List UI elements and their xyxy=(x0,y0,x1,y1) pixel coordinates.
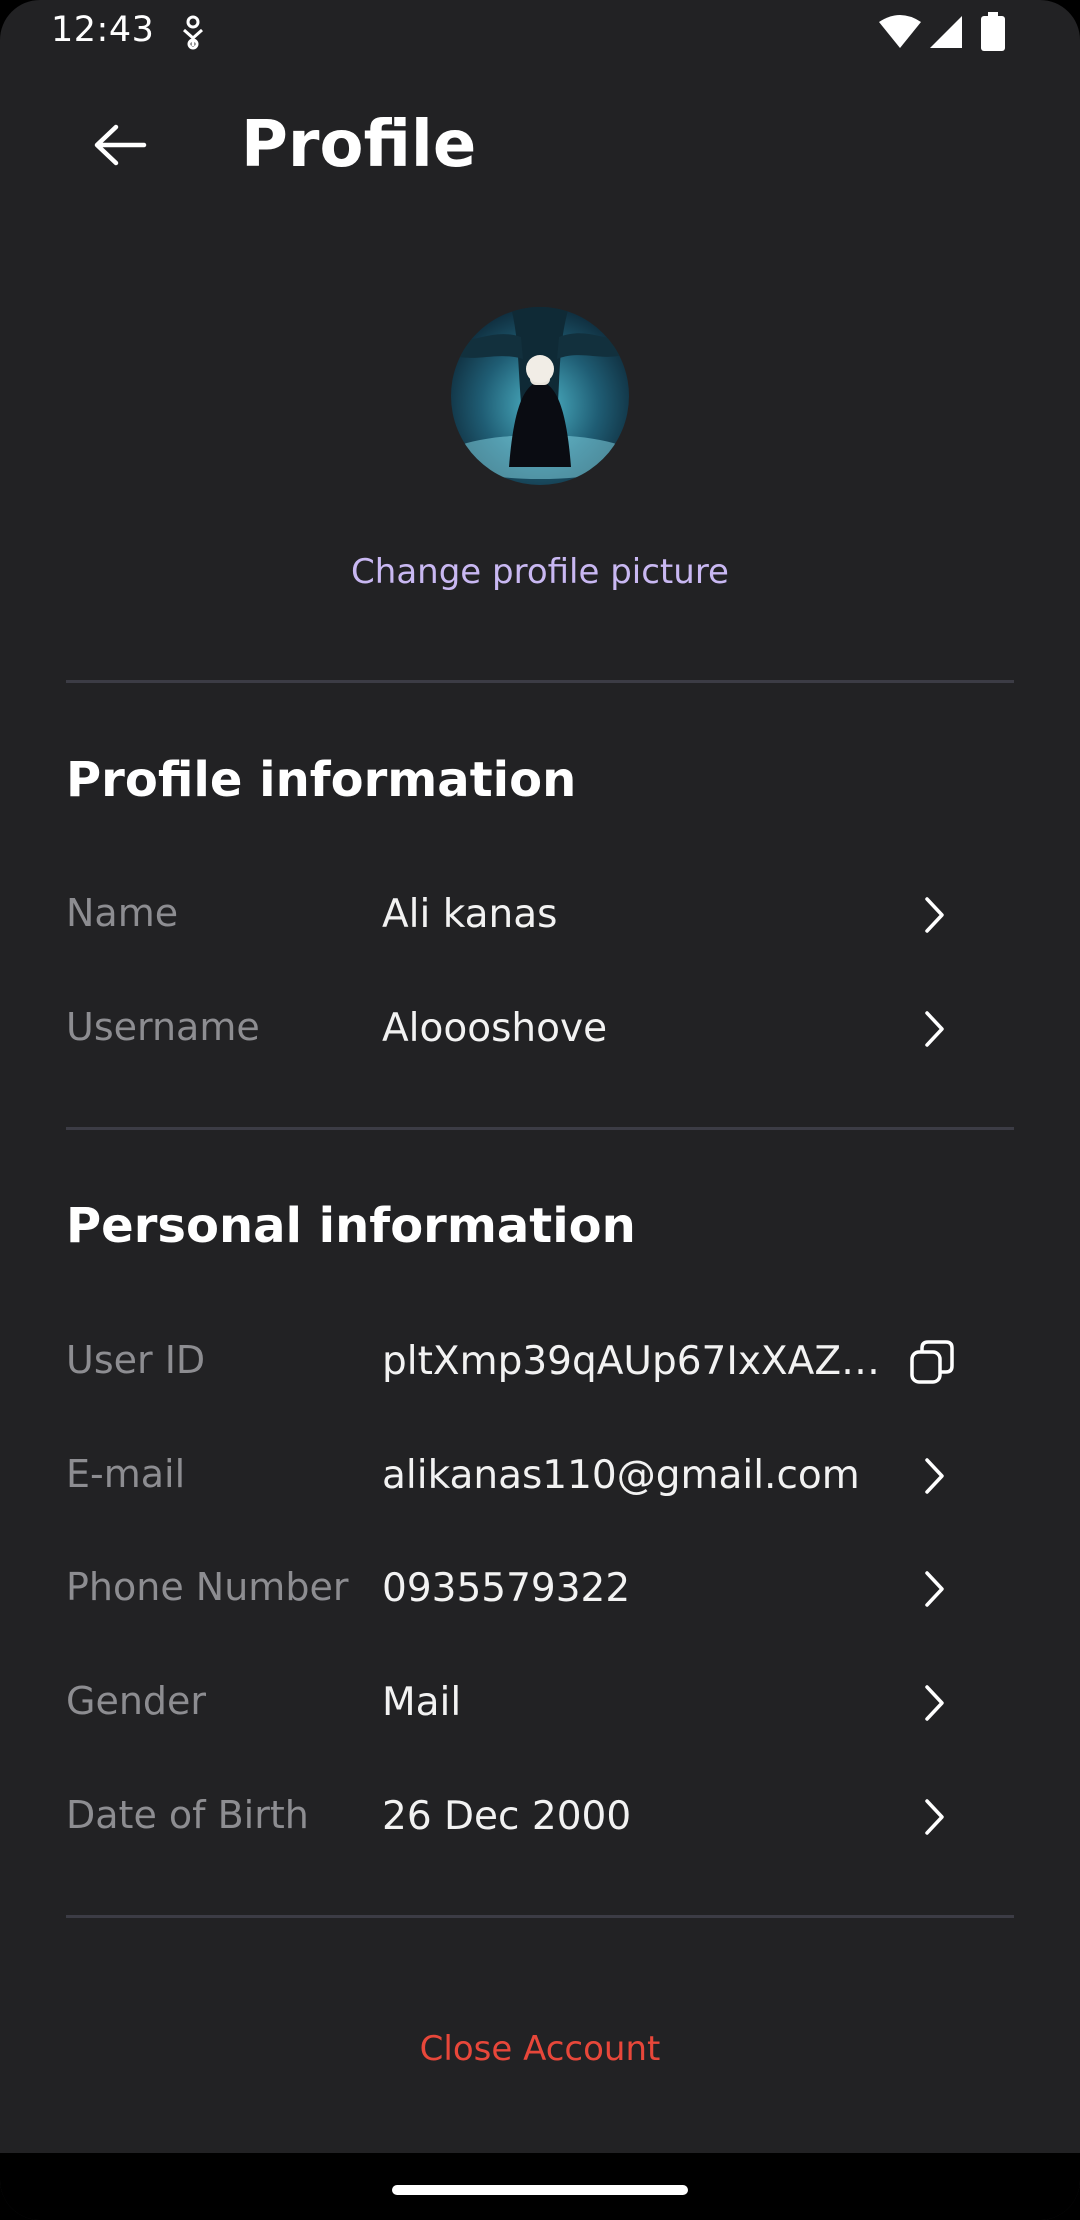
status-time: 12:43 xyxy=(51,10,155,50)
avatar-image xyxy=(451,307,629,485)
back-button[interactable] xyxy=(80,105,160,185)
divider xyxy=(66,1127,1014,1130)
personal-row-gender[interactable]: Gender Mail xyxy=(0,1652,1080,1752)
row-value: alikanas110@gmail.com xyxy=(382,1453,860,1498)
profile-screen: 12:43 Profile Change profile picture Pro… xyxy=(0,0,1080,2220)
avatar[interactable] xyxy=(451,307,629,485)
row-label: Name xyxy=(66,891,179,935)
chevron-right-icon xyxy=(925,1011,944,1047)
status-bar: 12:43 xyxy=(0,0,1080,64)
divider xyxy=(66,1915,1014,1918)
row-label: Username xyxy=(66,1005,260,1049)
row-value: 0935579322 xyxy=(382,1566,631,1611)
chevron-right-icon xyxy=(925,1685,944,1721)
row-value: pltXmp39qAUp67IxXAZfn… xyxy=(382,1339,890,1384)
signal-icon xyxy=(930,16,962,48)
change-profile-picture-link[interactable]: Change profile picture xyxy=(0,546,1080,598)
profile-information-heading: Profile information xyxy=(66,752,577,808)
copy-icon[interactable] xyxy=(906,1336,958,1388)
wifi-icon xyxy=(879,15,921,48)
profile-row-name[interactable]: Name Ali kanas xyxy=(0,864,1080,964)
row-label: E-mail xyxy=(66,1452,186,1496)
personal-information-heading: Personal information xyxy=(66,1198,636,1254)
row-label: User ID xyxy=(66,1338,206,1382)
personal-row-phone-number[interactable]: Phone Number 0935579322 xyxy=(0,1538,1080,1638)
chevron-right-icon xyxy=(925,1571,944,1607)
row-label: Phone Number xyxy=(66,1565,349,1609)
personal-row-date-of-birth[interactable]: Date of Birth 26 Dec 2000 xyxy=(0,1766,1080,1866)
chevron-right-icon xyxy=(925,897,944,933)
row-value: Ali kanas xyxy=(382,892,558,937)
personal-row-user-id[interactable]: User ID pltXmp39qAUp67IxXAZfn… xyxy=(0,1311,1080,1411)
battery-icon xyxy=(981,12,1005,51)
notification-icon xyxy=(183,15,203,50)
close-account-button[interactable]: Close Account xyxy=(0,2024,1080,2074)
personal-row-email[interactable]: E-mail alikanas110@gmail.com xyxy=(0,1425,1080,1525)
divider xyxy=(66,680,1014,683)
page-title: Profile xyxy=(241,108,477,182)
row-label: Gender xyxy=(66,1679,207,1723)
row-value: Aloooshove xyxy=(382,1006,608,1051)
chevron-right-icon xyxy=(925,1458,944,1494)
profile-row-username[interactable]: Username Aloooshove xyxy=(0,978,1080,1078)
row-value: Mail xyxy=(382,1680,462,1725)
arrow-left-icon xyxy=(94,124,147,166)
chevron-right-icon xyxy=(925,1799,944,1835)
home-gesture-handle[interactable] xyxy=(392,2185,688,2195)
row-label: Date of Birth xyxy=(66,1793,309,1837)
row-value: 26 Dec 2000 xyxy=(382,1794,632,1839)
navigation-bar xyxy=(0,2153,1080,2220)
